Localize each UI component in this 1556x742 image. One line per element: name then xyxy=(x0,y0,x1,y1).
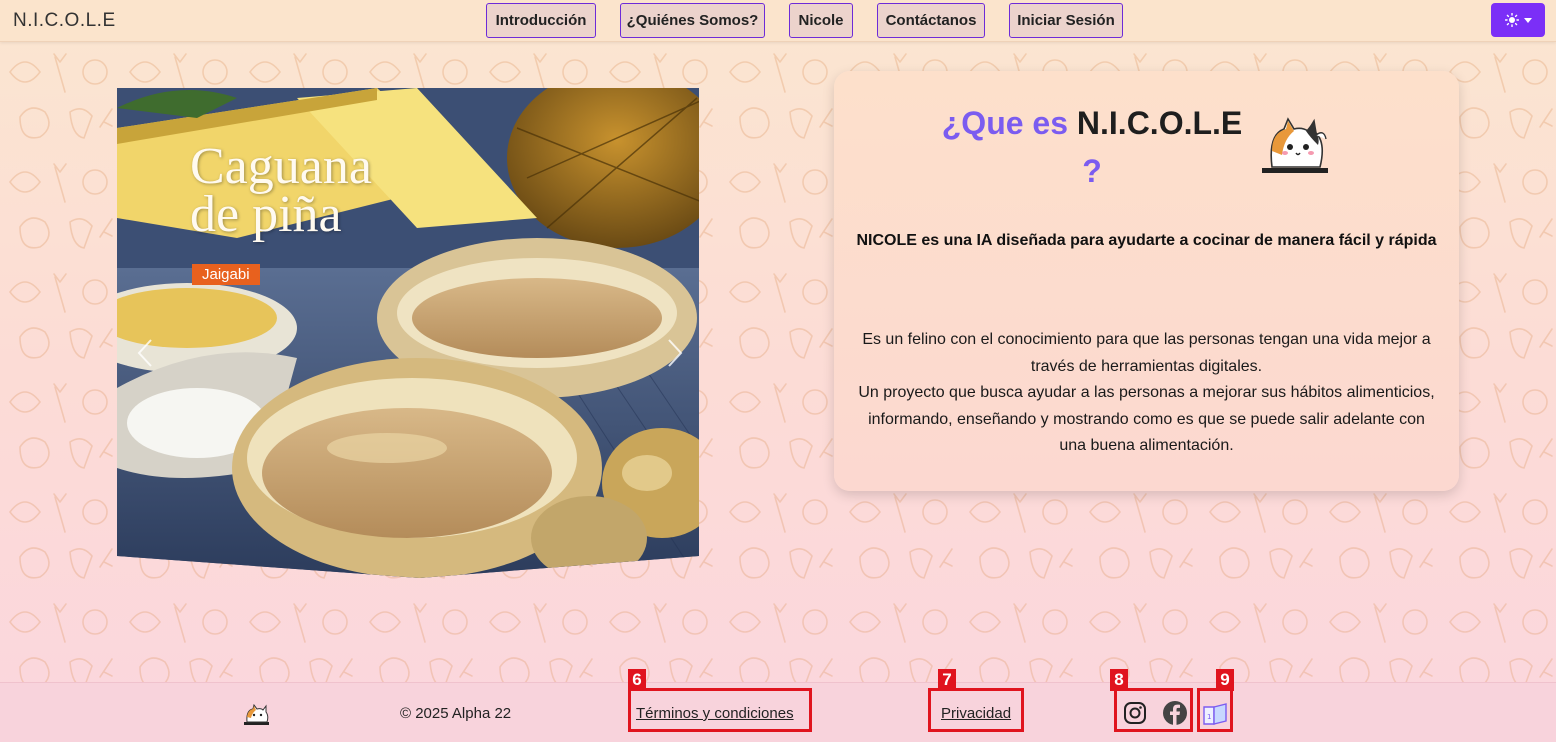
theme-toggle-button[interactable] xyxy=(1491,3,1545,37)
title-main: N.I.C.O.L.E xyxy=(1076,105,1243,141)
page-footer: © 2025 Alpha 22 6 Términos y condiciones… xyxy=(0,669,1556,742)
cat-mascot-icon xyxy=(1262,117,1328,173)
card-subtitle: NICOLE es una IA diseñada para ayudarte … xyxy=(856,232,1437,249)
slide-tag: Jaigabi xyxy=(192,264,260,285)
nav-introduccion[interactable]: Introducción xyxy=(486,3,596,38)
marker-label-9: 9 xyxy=(1216,669,1234,691)
slide-title: Caguana de piña xyxy=(190,138,372,243)
nav-nicole[interactable]: Nicole xyxy=(789,3,853,38)
title-question-mark: ? xyxy=(1082,153,1102,189)
brand-logo-text[interactable]: N.I.C.O.L.E xyxy=(13,10,116,32)
nav-quienes-somos[interactable]: ¿Quiénes Somos? xyxy=(620,3,765,38)
slide-title-line1: Caguana xyxy=(190,138,372,195)
chevron-left-icon[interactable] xyxy=(135,338,155,368)
nav-contactanos[interactable]: Contáctanos xyxy=(877,3,985,38)
nav-iniciar-sesion[interactable]: Iniciar Sesión xyxy=(1009,3,1123,38)
card-description: Es un felino con el conocimiento para qu… xyxy=(854,327,1439,460)
copyright-text: © 2025 Alpha 22 xyxy=(400,705,512,722)
marker-label-6: 6 xyxy=(628,669,646,691)
title-accent: ¿Que es xyxy=(941,105,1069,141)
chevron-right-icon[interactable] xyxy=(665,338,685,368)
top-navbar: N.I.C.O.L.E Introducción ¿Quiénes Somos?… xyxy=(0,0,1556,42)
about-nicole-card: ¿Que es N.I.C.O.L.E ? NICOLE es una IA d… xyxy=(834,71,1459,491)
terms-link[interactable]: Términos y condiciones xyxy=(636,705,794,722)
description-line-2: Un proyecto que busca ayudar a las perso… xyxy=(858,384,1435,454)
privacy-link[interactable]: Privacidad xyxy=(941,705,1011,722)
recipe-carousel: Caguana de piña Jaigabi xyxy=(117,88,699,578)
carousel-slide-image: Caguana de piña Jaigabi xyxy=(117,88,699,578)
sun-icon xyxy=(1504,13,1519,27)
description-line-1: Es un felino con el conocimiento para qu… xyxy=(862,331,1431,375)
slide-title-line2: de piña xyxy=(190,186,342,243)
svg-text:1: 1 xyxy=(1207,713,1211,721)
card-title: ¿Que es N.I.C.O.L.E ? xyxy=(937,99,1247,195)
book-icon[interactable]: 1 xyxy=(1202,702,1228,726)
facebook-icon[interactable] xyxy=(1162,700,1188,726)
marker-label-8: 8 xyxy=(1110,669,1128,691)
footer-cat-logo-icon[interactable] xyxy=(244,704,269,726)
instagram-icon[interactable] xyxy=(1123,701,1147,725)
chevron-down-icon xyxy=(1523,17,1532,23)
marker-label-7: 7 xyxy=(938,669,956,691)
